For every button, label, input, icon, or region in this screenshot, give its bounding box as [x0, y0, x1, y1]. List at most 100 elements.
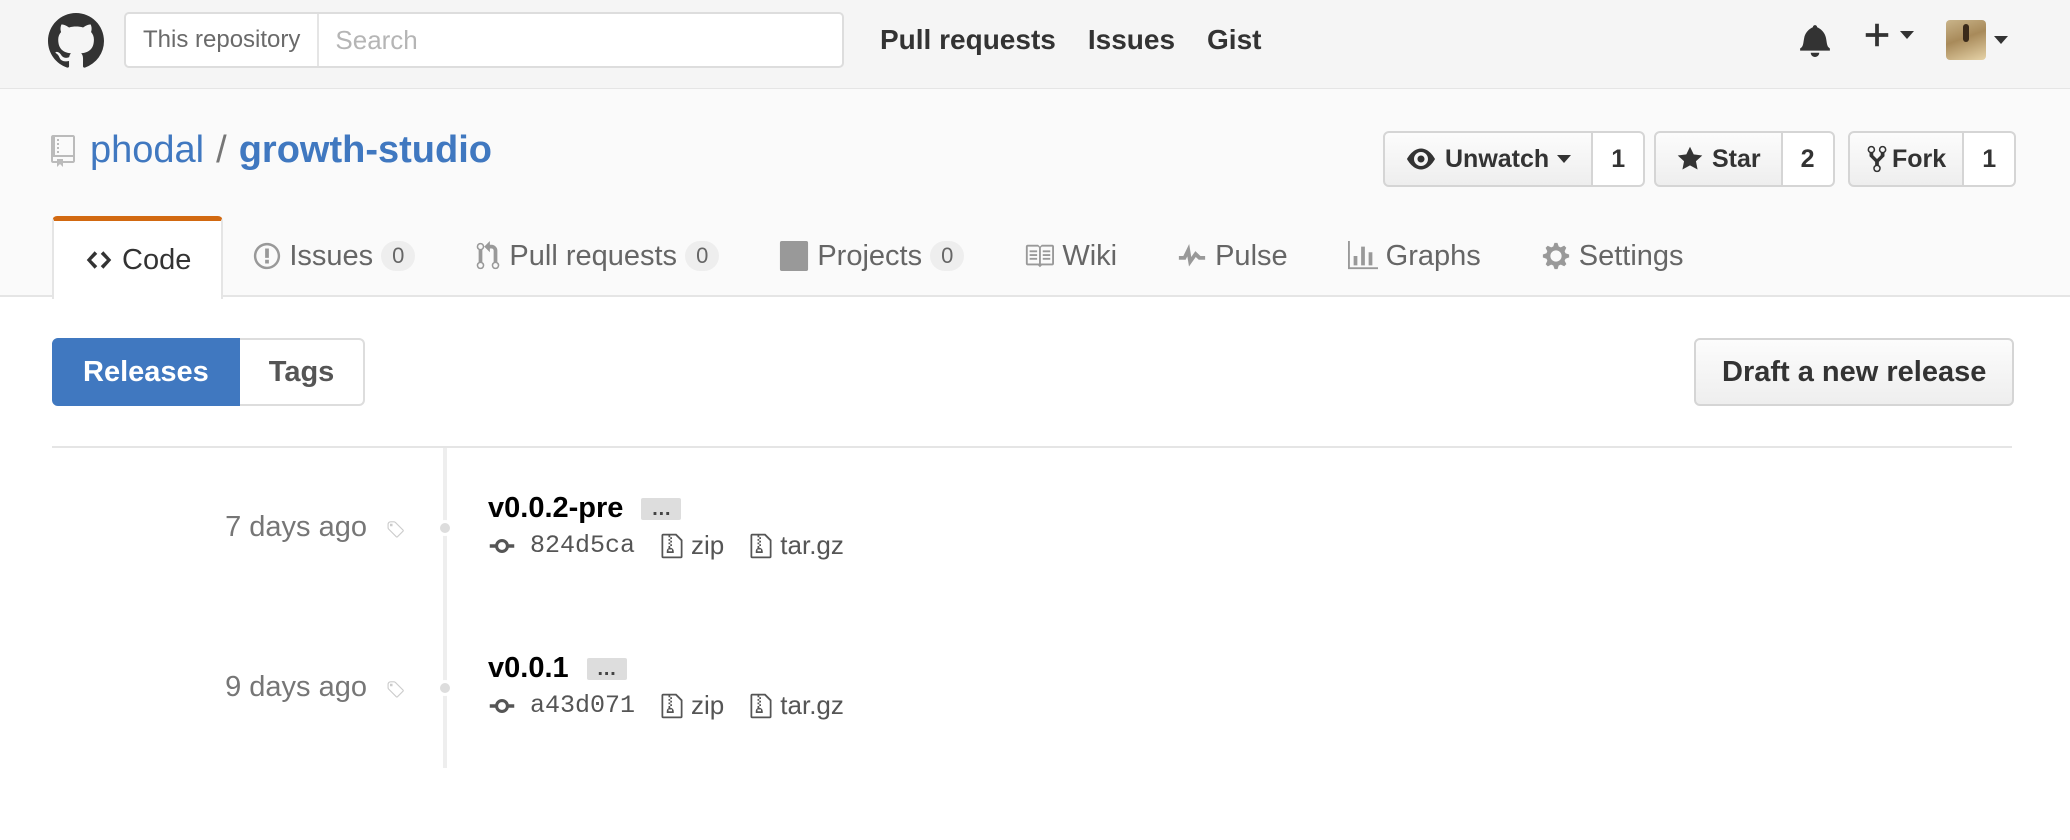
search-box: This repository [124, 12, 844, 68]
tab-wiki[interactable]: Wiki [994, 216, 1147, 296]
draft-new-release-button[interactable]: Draft a new release [1694, 338, 2015, 406]
release-meta: 824d5ca zip tar.gz [488, 530, 870, 561]
git-pull-request-icon [477, 241, 500, 270]
star-icon [1677, 146, 1703, 170]
top-nav: Pull requests Issues Gist [880, 22, 1293, 58]
notifications-bell-icon[interactable] [1800, 23, 1830, 57]
fork-button[interactable]: Fork [1848, 131, 1965, 187]
download-targz-link[interactable]: tar.gz [750, 690, 844, 721]
chevron-down-icon [1994, 36, 2008, 44]
download-zip-link[interactable]: zip [661, 690, 724, 721]
projects-count-badge: 0 [930, 241, 965, 271]
path-separator: / [216, 129, 227, 171]
github-logo-icon[interactable] [48, 13, 104, 69]
release-meta: a43d071 zip tar.gz [488, 690, 870, 721]
tab-projects[interactable]: Projects 0 [749, 216, 994, 296]
code-icon [86, 251, 112, 269]
tab-pulse[interactable]: Pulse [1147, 216, 1318, 296]
commit-sha-link[interactable]: a43d071 [530, 691, 635, 720]
stargazers-count[interactable]: 2 [1782, 131, 1835, 187]
watchers-count[interactable]: 1 [1593, 131, 1646, 187]
pulse-icon [1178, 244, 1206, 267]
release-title: v0.0.1 … [488, 652, 627, 685]
tab-wiki-label: Wiki [1062, 239, 1118, 272]
chevron-down-icon [1900, 31, 1914, 39]
tab-issues-label: Issues [289, 239, 374, 272]
tab-graphs[interactable]: Graphs [1318, 216, 1511, 296]
repo-header: phodal / growth-studio Unwatch 1 Star 2 … [0, 89, 2070, 299]
fork-action: Fork 1 [1848, 131, 2017, 187]
tab-code[interactable]: Code [52, 216, 224, 299]
release-tag-link[interactable]: v0.0.1 [488, 652, 569, 685]
repo-tabs: Code Issues 0 Pull requests 0 Projects 0… [52, 216, 1714, 299]
file-zip-icon [661, 533, 683, 558]
tag-icon [387, 521, 404, 538]
zip-label: zip [691, 530, 725, 560]
release-title: v0.0.2-pre … [488, 492, 682, 525]
tab-pull-requests[interactable]: Pull requests 0 [445, 216, 749, 296]
expand-details-button[interactable]: … [586, 657, 627, 680]
tab-settings-label: Settings [1578, 239, 1684, 272]
nav-pull-requests[interactable]: Pull requests [880, 22, 1056, 58]
create-new-menu[interactable] [1862, 20, 1914, 50]
tag-icon [387, 681, 404, 698]
forks-count[interactable]: 1 [1964, 131, 2017, 187]
timeline-dot [437, 520, 453, 536]
git-commit-icon [489, 698, 515, 713]
git-commit-icon [489, 538, 515, 553]
tab-graphs-label: Graphs [1385, 239, 1481, 272]
download-zip-link[interactable]: zip [661, 530, 724, 561]
unwatch-label: Unwatch [1445, 144, 1550, 173]
search-scope-label: This repository [126, 14, 320, 66]
release-item: 7 days ago v0.0.2-pre … 824d5ca zip tar.… [0, 478, 2070, 588]
repo-title: phodal / growth-studio [50, 129, 492, 172]
repo-forked-icon [1867, 145, 1887, 173]
download-targz-link[interactable]: tar.gz [750, 530, 844, 561]
releases-tab-button[interactable]: Releases [52, 338, 240, 406]
divider [52, 446, 2012, 448]
tags-tab-button[interactable]: Tags [239, 338, 366, 406]
eye-icon [1407, 148, 1435, 170]
zip-label: zip [691, 690, 725, 720]
repo-icon [51, 134, 75, 167]
avatar [1946, 20, 1986, 60]
star-action: Star 2 [1654, 131, 1835, 187]
book-icon [1026, 244, 1055, 268]
tab-pull-requests-label: Pull requests [509, 239, 678, 272]
nav-gist[interactable]: Gist [1207, 22, 1261, 58]
repo-name-link[interactable]: growth-studio [239, 129, 492, 172]
repo-owner-link[interactable]: phodal [90, 129, 204, 172]
user-menu[interactable] [1946, 20, 2008, 60]
tab-settings[interactable]: Settings [1511, 216, 1714, 296]
fork-label: Fork [1892, 144, 1947, 173]
tab-code-label: Code [122, 243, 192, 276]
watch-action: Unwatch 1 [1383, 131, 1646, 187]
graph-icon [1347, 241, 1378, 270]
issue-opened-icon [254, 242, 281, 270]
release-tag-link[interactable]: v0.0.2-pre [488, 492, 623, 525]
targz-label: tar.gz [780, 690, 844, 720]
release-item: 9 days ago v0.0.1 … a43d071 zip tar.gz [0, 638, 2070, 748]
file-zip-icon [750, 693, 772, 718]
targz-label: tar.gz [780, 530, 844, 560]
issues-count-badge: 0 [381, 241, 416, 271]
tab-projects-label: Projects [817, 239, 923, 272]
expand-details-button[interactable]: … [641, 497, 682, 520]
star-button[interactable]: Star [1654, 131, 1783, 187]
star-label: Star [1712, 144, 1761, 173]
releases-subnav: Releases Tags [52, 338, 366, 406]
release-date: 7 days ago [225, 511, 367, 543]
project-icon [780, 241, 809, 271]
nav-issues[interactable]: Issues [1088, 22, 1175, 58]
pull-requests-count-badge: 0 [685, 241, 720, 271]
plus-icon [1865, 23, 1889, 47]
search-input[interactable] [319, 14, 842, 66]
tab-issues[interactable]: Issues 0 [223, 216, 445, 296]
gear-icon [1542, 242, 1569, 270]
timeline-dot [437, 680, 453, 696]
chevron-down-icon [1557, 155, 1572, 163]
commit-sha-link[interactable]: 824d5ca [530, 531, 635, 560]
file-zip-icon [750, 533, 772, 558]
file-zip-icon [661, 693, 683, 718]
unwatch-button[interactable]: Unwatch [1383, 131, 1594, 187]
